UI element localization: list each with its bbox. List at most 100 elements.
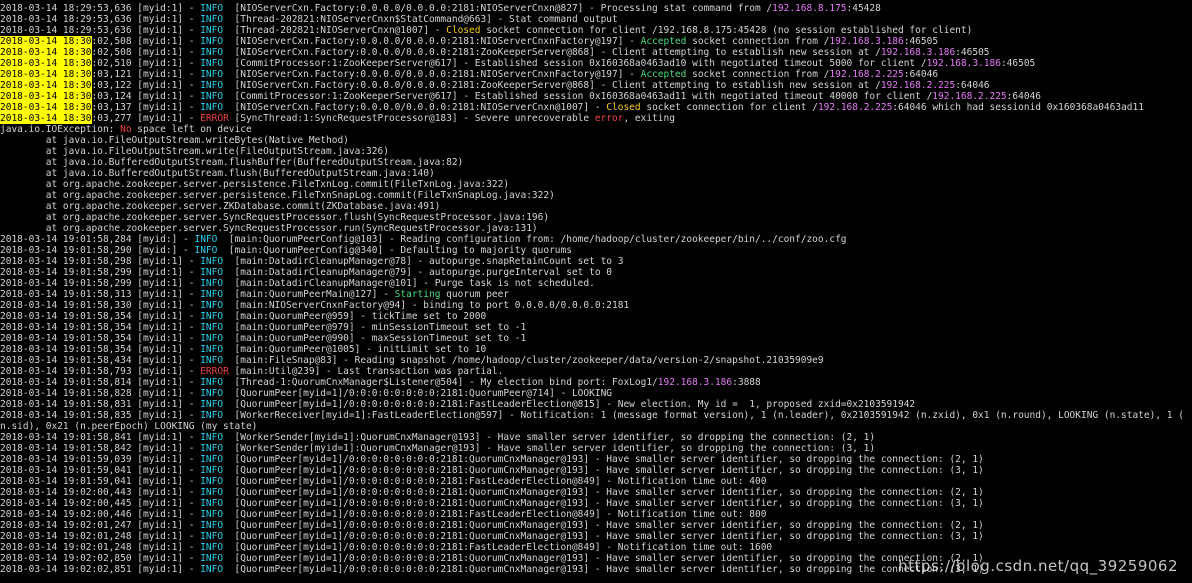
log-text: 2018-03-14 19:01:58,290 [myid:] -: [0, 245, 195, 256]
log-text: [QuorumPeer[myid=1]/0:0:0:0:0:0:0:0:2181…: [223, 476, 767, 487]
log-text: 2018-03-14 19:02:00,445 [myid:1] -: [0, 498, 201, 509]
log-level-info: INFO: [200, 399, 224, 410]
ip-address: 192.168.2.225: [880, 80, 956, 91]
log-text: :02,510 [myid:1] -: [91, 58, 201, 69]
log-text: [main:DatadirCleanupManager@78] - autopu…: [223, 256, 624, 267]
log-level-info: INFO: [200, 322, 224, 333]
log-line: 2018-03-14 19:02:00,443 [myid:1] - INFO …: [0, 487, 1192, 498]
log-text: socket connection from /: [686, 36, 830, 47]
log-line: at java.io.FileOutputStream.writeBytes(N…: [0, 135, 1192, 146]
log-level-info: INFO: [200, 520, 224, 531]
log-level-info: INFO: [200, 553, 224, 564]
log-text: 2018-03-14 19:01:58,284 [myid:] -: [0, 234, 195, 245]
ip-address: 192.168.2.225: [817, 102, 893, 113]
log-text: , exiting: [623, 113, 675, 124]
log-level-info: INFO: [200, 487, 224, 498]
log-level-info: INFO: [200, 542, 224, 553]
log-level-info: INFO: [200, 454, 224, 465]
highlighted-timestamp: 2018-03-14 18:30: [0, 113, 92, 124]
log-text: :03,121 [myid:1] -: [91, 69, 201, 80]
log-text: 2018-03-14 19:01:58,354 [myid:1] -: [0, 344, 201, 355]
log-line: at java.io.FileOutputStream.write(FileOu…: [0, 146, 1192, 157]
log-level-info: INFO: [200, 69, 224, 80]
log-level-info: INFO: [200, 102, 224, 113]
log-level-info: INFO: [200, 289, 224, 300]
log-line: 2018-03-14 18:29:53,636 [myid:1] - INFO …: [0, 3, 1192, 14]
log-text: 2018-03-14 19:01:58,842 [myid:1] -: [0, 443, 201, 454]
log-level-info: INFO: [200, 564, 224, 575]
log-text: 2018-03-14 19:01:58,330 [myid:1] -: [0, 300, 201, 311]
log-text: [QuorumPeer[myid=1]/0:0:0:0:0:0:0:0:2181…: [223, 498, 984, 509]
ip-address: 192.168.3.186: [829, 36, 904, 47]
log-text: 2018-03-14 19:01:58,814 [myid:1] -: [0, 377, 201, 388]
log-line: 2018-03-14 19:01:58,793 [myid:1] - ERROR…: [0, 366, 1192, 377]
log-text: [QuorumPeer[myid=1]/0:0:0:0:0:0:0:0:2181…: [223, 564, 984, 575]
terminal-log-output: 2018-03-14 18:29:53,636 [myid:1] - INFO …: [0, 0, 1192, 583]
log-text: 2018-03-14 19:02:02,850 [myid:1] -: [0, 553, 201, 564]
log-text: 2018-03-14 18:29:53,636 [myid:1] -: [0, 3, 201, 14]
log-line: at java.io.BufferedOutputStream.flush(Bu…: [0, 168, 1192, 179]
log-text: space left on device: [131, 124, 252, 135]
log-text: Closed: [446, 25, 481, 36]
log-line: 2018-03-14 19:01:59,041 [myid:1] - INFO …: [0, 476, 1192, 487]
log-text: :02,508 [myid:1] -: [91, 36, 201, 47]
log-text: [main:QuorumPeerMain@127] -: [223, 289, 395, 300]
log-text: at org.apache.zookeeper.server.SyncReque…: [0, 223, 538, 234]
log-line: 2018-03-14 18:30:03,137 [myid:1] - INFO …: [0, 102, 1192, 113]
log-text: 2018-03-14 19:02:00,443 [myid:1] -: [0, 487, 201, 498]
log-line: 2018-03-14 18:30:02,508 [myid:1] - INFO …: [0, 47, 1192, 58]
log-level-error: error: [594, 113, 624, 124]
log-text: [NIOServerCxn.Factory:0.0.0.0/0.0.0.0:21…: [223, 80, 881, 91]
log-line: at org.apache.zookeeper.server.persisten…: [0, 190, 1192, 201]
log-text: 2018-03-14 19:02:00,446 [myid:1] -: [0, 509, 201, 520]
log-line: 2018-03-14 19:01:59,041 [myid:1] - INFO …: [0, 465, 1192, 476]
highlighted-timestamp: 2018-03-14 18:30: [0, 80, 92, 91]
log-text: [QuorumPeer[myid=1]/0:0:0:0:0:0:0:0:2181…: [223, 487, 984, 498]
ip-address: 192.168.8.175: [772, 3, 847, 14]
log-level-info: INFO: [200, 432, 224, 443]
log-text: [main:QuorumPeerConfig@340] - Defaulting…: [217, 245, 572, 256]
log-text: [QuorumPeer[myid=1]/0:0:0:0:0:0:0:0:2181…: [223, 509, 767, 520]
log-level-info: INFO: [200, 377, 224, 388]
highlighted-timestamp: 2018-03-14 18:30: [0, 36, 92, 47]
log-text: socket connection for client /192.168.8.…: [480, 25, 973, 36]
log-text: :64046: [955, 80, 990, 91]
log-level-info: INFO: [200, 278, 224, 289]
ip-address: 192.168.3.186: [657, 377, 733, 388]
log-text: at java.io.BufferedOutputStream.flushBuf…: [0, 157, 464, 168]
log-text: :02,508 [myid:1] -: [91, 47, 201, 58]
log-text: :03,277 [myid:1] -: [91, 113, 201, 124]
log-level-error: ERROR: [200, 366, 229, 377]
log-line: 2018-03-14 19:02:00,446 [myid:1] - INFO …: [0, 509, 1192, 520]
log-text: 2018-03-14 18:29:53,636 [myid:1] -: [0, 14, 201, 25]
log-text: :64046: [1006, 91, 1041, 102]
log-text: 2018-03-14 19:01:58,434 [myid:1] -: [0, 355, 201, 366]
log-text: [NIOServerCxn.Factory:0.0.0.0/0.0.0.0:21…: [223, 36, 641, 47]
log-text: [NIOServerCxn.Factory:0.0.0.0/0.0.0.0:21…: [223, 3, 773, 14]
log-text: [QuorumPeer[myid=1]/0:0:0:0:0:0:0:0:2181…: [223, 553, 984, 564]
highlighted-timestamp: 2018-03-14 18:30: [0, 102, 92, 113]
log-text: 2018-03-14 19:01:58,299 [myid:1] -: [0, 278, 201, 289]
log-text: 2018-03-14 19:02:02,851 [myid:1] -: [0, 564, 201, 575]
log-text: 2018-03-14 19:01:58,313 [myid:1] -: [0, 289, 201, 300]
log-text: at java.io.BufferedOutputStream.flush(Bu…: [0, 168, 435, 179]
ip-address: 192.168.3.186: [880, 47, 956, 58]
log-level-info: INFO: [200, 25, 224, 36]
log-text: 2018-03-14 19:01:58,298 [myid:1] -: [0, 256, 201, 267]
log-text: n.sid), 0x21 (n.peerEpoch) LOOKING (my s…: [0, 421, 258, 432]
log-line: at org.apache.zookeeper.server.SyncReque…: [0, 212, 1192, 223]
log-level-info: INFO: [200, 300, 224, 311]
log-text: 2018-03-14 19:01:58,835 [myid:1] -: [0, 410, 201, 421]
log-line: 2018-03-14 19:01:58,835 [myid:1] - INFO …: [0, 410, 1192, 421]
log-line: at java.io.BufferedOutputStream.flushBuf…: [0, 157, 1192, 168]
highlighted-timestamp: 2018-03-14 18:30: [0, 58, 92, 69]
log-line: 2018-03-14 19:01:58,814 [myid:1] - INFO …: [0, 377, 1192, 388]
log-level-info: INFO: [200, 443, 224, 454]
log-text: 2018-03-14 19:01:58,354 [myid:1] -: [0, 311, 201, 322]
log-text: [main:QuorumPeer@959] - tickTime set to …: [223, 311, 487, 322]
log-line: 2018-03-14 18:29:53,636 [myid:1] - INFO …: [0, 25, 1192, 36]
log-text: [main:DatadirCleanupManager@101] - Purge…: [223, 278, 595, 289]
log-line: n.sid), 0x21 (n.peerEpoch) LOOKING (my s…: [0, 421, 1192, 432]
log-text: :46505: [955, 47, 990, 58]
log-text: 2018-03-14 19:01:58,354 [myid:1] -: [0, 333, 201, 344]
